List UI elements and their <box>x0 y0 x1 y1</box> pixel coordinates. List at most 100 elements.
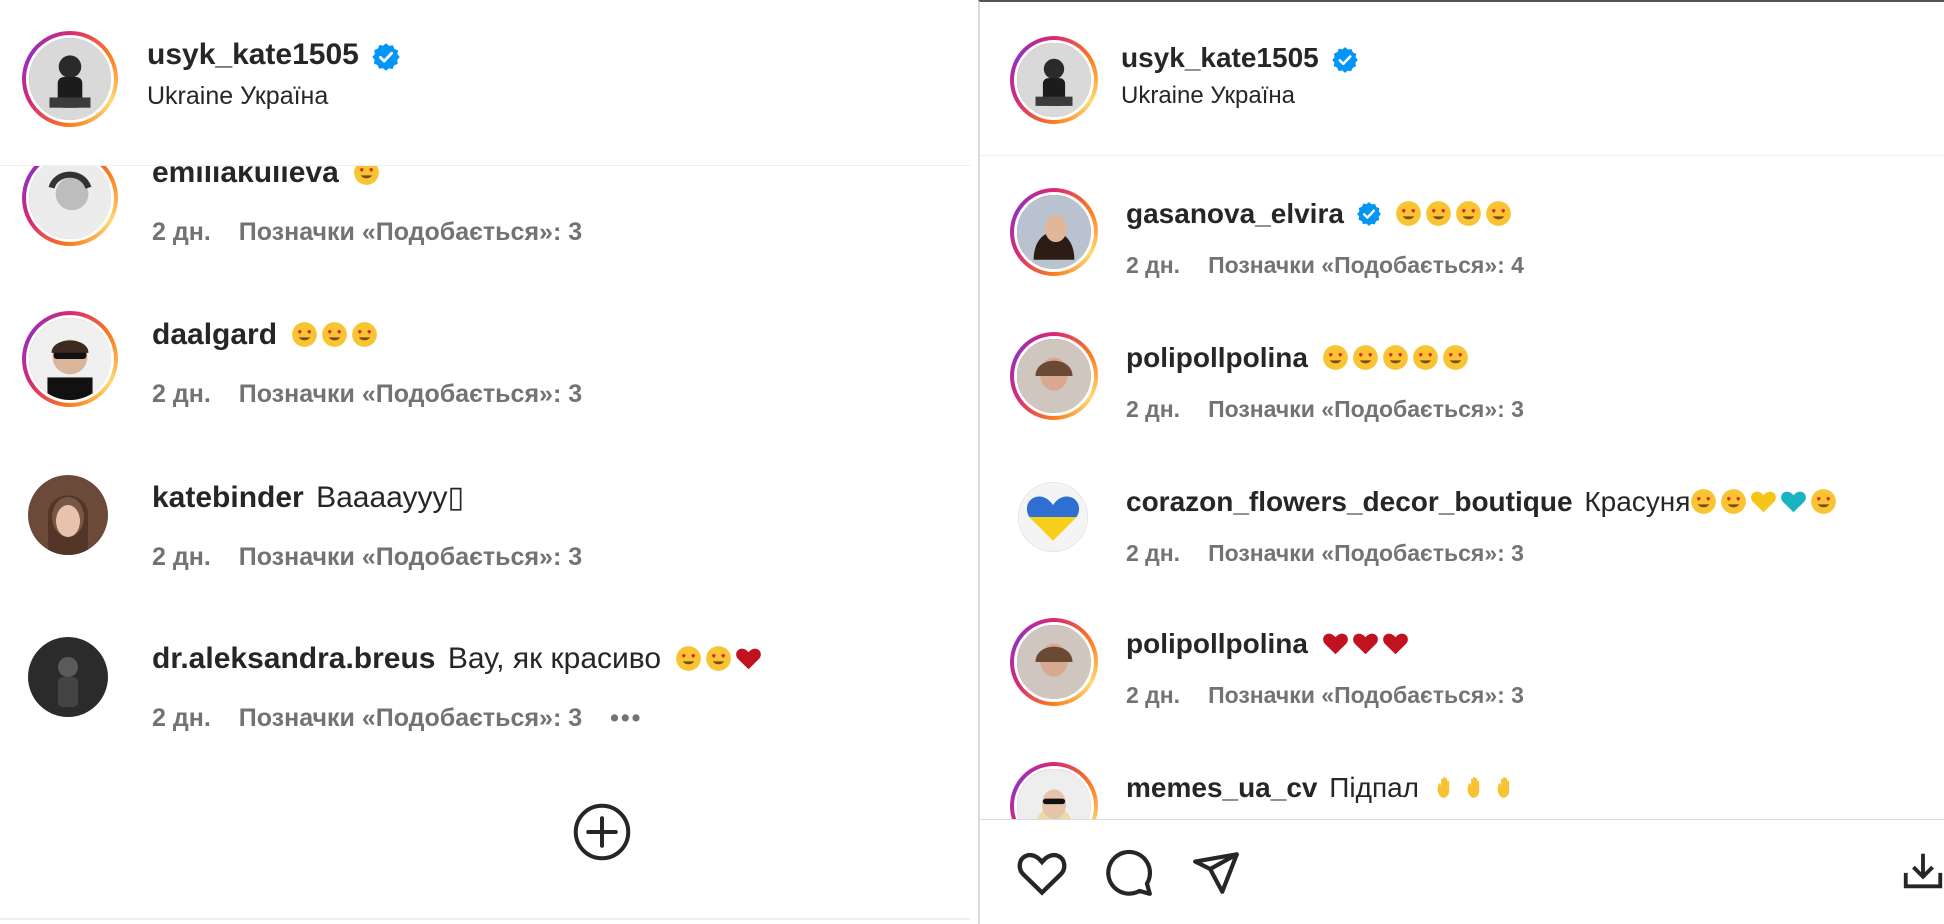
comment-time[interactable]: 2 дн. <box>152 704 211 732</box>
author-photo <box>29 38 111 120</box>
comment-text-block: corazon_flowers_decor_boutique Красуня 2… <box>1126 486 1840 567</box>
comment-meta: 2 дн. Позначки «Подобається»: 3 <box>1126 540 1840 567</box>
comment-meta: 2 дн. Позначки «Подобається»: 4 <box>1126 252 1524 279</box>
header-text: usyk_kate1505 Ukraine Україна <box>147 38 401 111</box>
right-comments-panel: usyk_kate1505 Ukraine Україна gasanova_e… <box>978 0 1944 924</box>
comment-text: Вааааууу▯ <box>316 481 464 514</box>
commenter-photo <box>1017 339 1091 413</box>
smile-hearts-icon <box>1396 201 1422 226</box>
commenter-avatar[interactable] <box>1010 332 1098 420</box>
comment-likes[interactable]: Позначки «Подобається»: 3 <box>1208 396 1524 422</box>
commenter-avatar[interactable] <box>1018 482 1088 552</box>
comment-text: Вау, як красиво <box>447 642 662 675</box>
smile-hearts-icon <box>1322 345 1348 370</box>
comment-emoji-group <box>1395 198 1515 229</box>
author-username[interactable]: usyk_kate1505 <box>147 38 359 71</box>
comment-username[interactable]: katebinder <box>152 481 304 514</box>
yellow-heart-icon <box>1751 491 1777 513</box>
red-heart-icon <box>736 648 762 670</box>
smile-hearts-icon <box>1352 345 1378 370</box>
verified-badge-icon <box>1332 46 1359 73</box>
commenter-avatar[interactable] <box>28 637 108 717</box>
red-heart-icon <box>1382 633 1408 655</box>
comment-line: gasanova_elvira <box>1126 198 1524 230</box>
more-options-button[interactable]: ••• <box>610 704 642 733</box>
commenter-avatar[interactable] <box>28 475 108 555</box>
smile-hearts-icon <box>706 646 732 671</box>
smile-hearts-icon <box>1691 489 1717 514</box>
comment-username[interactable]: corazon_flowers_decor_boutique <box>1126 486 1573 517</box>
comment-text: Красуня <box>1584 486 1691 517</box>
author-username[interactable]: usyk_kate1505 <box>1121 42 1319 73</box>
comment-likes[interactable]: Позначки «Подобається»: 3 <box>239 380 582 408</box>
post-actions-bar <box>980 819 1944 924</box>
heart-icon[interactable] <box>1016 848 1068 896</box>
comment-time[interactable]: 2 дн. <box>1126 396 1180 422</box>
comment-time[interactable]: 2 дн. <box>152 218 211 246</box>
commenter-photo <box>28 475 108 555</box>
comment-line: corazon_flowers_decor_boutique Красуня <box>1126 486 1840 518</box>
comment-meta: 2 дн. Позначки «Подобається»: 3 ••• <box>152 704 765 733</box>
smile-hearts-icon <box>1382 345 1408 370</box>
comment-text-block: emiliakulieva 2 дн. Позначки «Подобається… <box>152 156 582 247</box>
waving-hand-icon <box>1437 776 1450 798</box>
author-avatar[interactable] <box>22 31 118 127</box>
comment-line: polipollpolina <box>1126 342 1524 374</box>
comment-username[interactable]: polipollpolina <box>1126 628 1308 659</box>
plus-circle-icon[interactable] <box>572 802 632 862</box>
commenter-avatar[interactable] <box>22 311 118 407</box>
commenter-avatar[interactable] <box>1010 618 1098 706</box>
smile-hearts-icon <box>1721 489 1747 514</box>
commenter-photo <box>29 318 111 400</box>
smile-hearts-icon <box>322 322 348 347</box>
post-header: usyk_kate1505 Ukraine Україна <box>980 2 1944 156</box>
comment-emoji-group <box>1433 772 1523 803</box>
comment-text-block: memes_ua_cv Підпал <box>1126 772 1523 804</box>
comment-likes[interactable]: Позначки «Подобається»: 3 <box>239 218 582 246</box>
comment-username[interactable]: gasanova_elvira <box>1126 198 1344 229</box>
comment-icon[interactable] <box>1104 848 1154 898</box>
comment-time[interactable]: 2 дн. <box>1126 540 1180 566</box>
commenter-photo <box>29 157 111 239</box>
comment-meta: 2 дн. Позначки «Подобається»: 3 <box>1126 396 1524 423</box>
smile-hearts-icon <box>1442 345 1468 370</box>
commenter-avatar[interactable] <box>1010 188 1098 276</box>
author-location[interactable]: Ukraine Україна <box>147 82 401 111</box>
comment-likes[interactable]: Позначки «Подобається»: 3 <box>239 704 582 732</box>
smile-hearts-icon <box>352 322 378 347</box>
divider <box>0 918 970 920</box>
commenter-photo <box>28 637 108 717</box>
smile-hearts-icon <box>1426 201 1452 226</box>
comment-time[interactable]: 2 дн. <box>152 543 211 571</box>
comment-likes[interactable]: Позначки «Подобається»: 3 <box>1208 682 1524 708</box>
comment-text-block: daalgard 2 дн. Позначки «Подобається»: 3 <box>152 318 582 409</box>
comment-line: dr.aleksandra.breus Вау, як красиво <box>152 642 765 676</box>
smile-hearts-icon <box>292 322 318 347</box>
comment-time[interactable]: 2 дн. <box>152 380 211 408</box>
author-location[interactable]: Ukraine Україна <box>1121 82 1359 110</box>
comment-username[interactable]: polipollpolina <box>1126 342 1308 373</box>
comment-username[interactable]: dr.aleksandra.breus <box>152 642 435 675</box>
author-avatar[interactable] <box>1010 36 1098 124</box>
download-icon[interactable] <box>1900 848 1944 894</box>
comment-username[interactable]: daalgard <box>152 318 277 351</box>
comment-time[interactable]: 2 дн. <box>1126 252 1180 278</box>
teal-heart-icon <box>1781 491 1807 513</box>
comment-text-block: dr.aleksandra.breus Вау, як красиво 2 дн… <box>152 642 765 733</box>
comment-likes[interactable]: Позначки «Подобається»: 3 <box>1208 540 1524 566</box>
comment-likes[interactable]: Позначки «Подобається»: 4 <box>1208 252 1524 278</box>
comment-likes[interactable]: Позначки «Подобається»: 3 <box>239 543 582 571</box>
comment-line: polipollpolina <box>1126 628 1524 660</box>
commenter-photo <box>1017 625 1091 699</box>
comment-line: daalgard <box>152 318 582 352</box>
send-icon[interactable] <box>1190 848 1242 898</box>
comment-meta: 2 дн. Позначки «Подобається»: 3 <box>152 543 582 572</box>
smile-hearts-icon <box>1811 489 1837 514</box>
left-comments-panel: usyk_kate1505 Ukraine Україна emiliakuli… <box>0 0 970 924</box>
waving-hand-icon <box>1467 776 1480 798</box>
comment-meta: 2 дн. Позначки «Подобається»: 3 <box>1126 682 1524 709</box>
comment-username[interactable]: memes_ua_cv <box>1126 772 1317 803</box>
comment-time[interactable]: 2 дн. <box>1126 682 1180 708</box>
commenter-photo <box>1017 195 1091 269</box>
comment-emoji-group <box>291 318 381 351</box>
